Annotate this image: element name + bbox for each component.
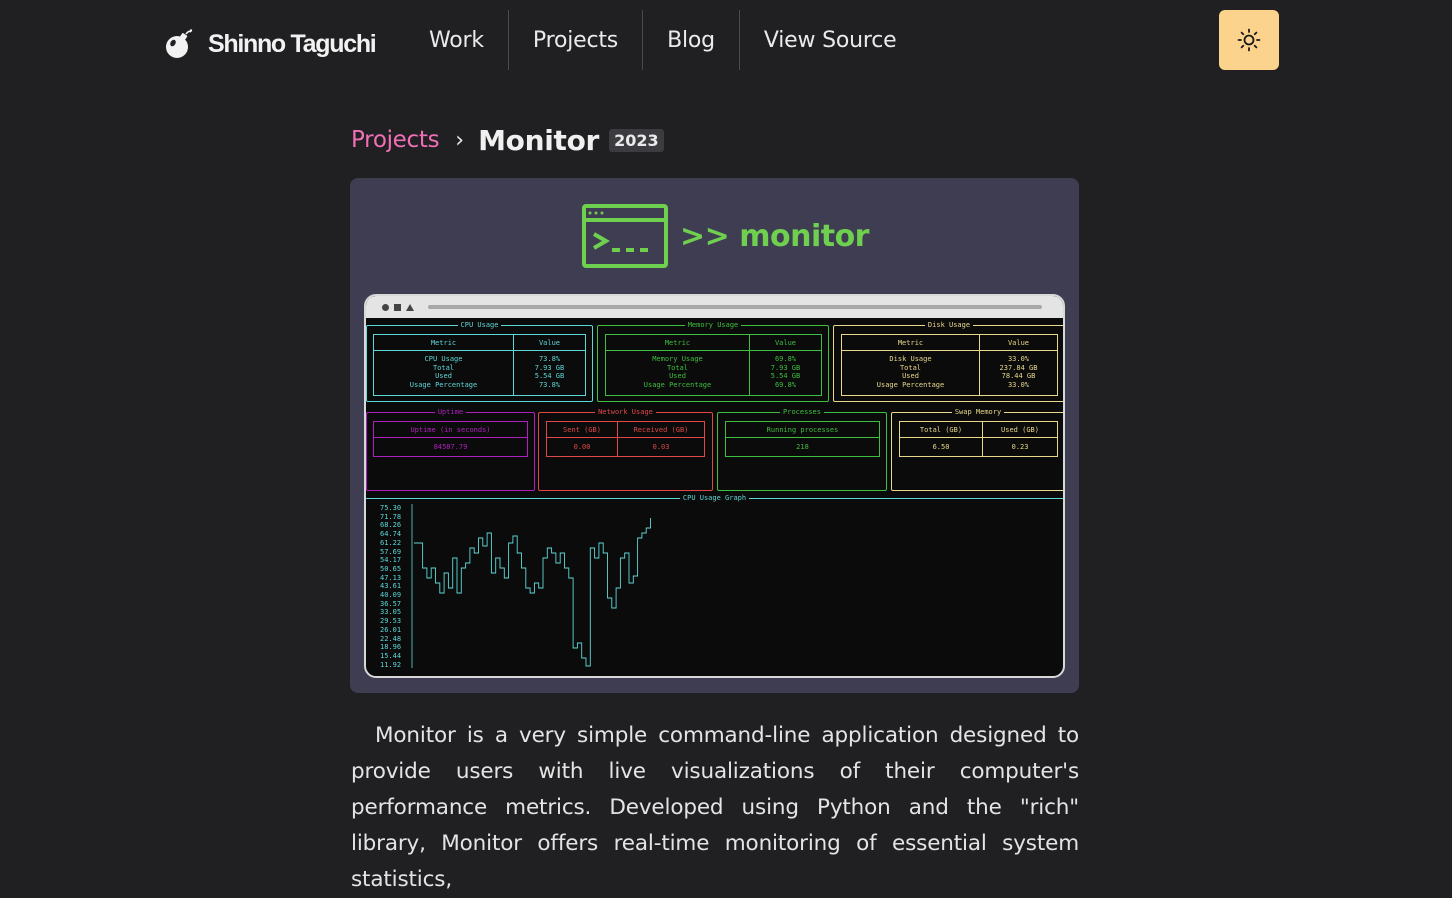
metric-value: 7.93 GB	[770, 363, 801, 372]
network-received-value: 0.03	[652, 443, 670, 451]
table-header: Running processes	[766, 425, 839, 434]
uptime-panel: Uptime Uptime (in seconds) 84587.79	[366, 408, 535, 491]
table-header: Metric	[842, 335, 980, 350]
processes-panel: Processes Running processes 218	[717, 408, 887, 491]
table-header: Metric	[374, 335, 514, 350]
logo-link[interactable]: Shinno Taguchi	[164, 28, 377, 60]
cpu-table: Metric Value CPU Usage Total Used Usage …	[373, 334, 586, 396]
page-title: Monitor	[478, 123, 600, 157]
swap-memory-panel: Swap Memory Total (GB) Used (GB) 6.50 0.…	[891, 408, 1063, 491]
nav-links: Work Projects Blog View Source	[405, 10, 920, 70]
nav-link-blog[interactable]: Blog	[642, 10, 739, 70]
nav-link-projects[interactable]: Projects	[507, 10, 642, 70]
theme-toggle-button[interactable]	[1219, 10, 1279, 70]
memory-table: Metric Value Memory Usage Total Used Usa…	[605, 334, 822, 396]
swap-total-value: 6.50	[900, 438, 983, 456]
metric-label: Total	[666, 363, 689, 372]
metric-value: 5.54 GB	[534, 372, 565, 381]
bomb-icon	[166, 29, 193, 58]
panel-title: Disk Usage	[924, 321, 974, 329]
cpu-usage-panel: CPU Usage Metric Value CPU Usage Total U…	[366, 321, 593, 402]
table-header: Total (GB)	[900, 422, 983, 437]
panel-title: Network Usage	[595, 408, 656, 416]
metric-label: Disk Usage	[889, 355, 932, 363]
table-header: Value	[538, 338, 561, 347]
metric-value: 7.93 GB	[534, 363, 565, 372]
project-hero-image: >> monitor CPU Usage Metric Value CPU Us…	[350, 178, 1079, 693]
metric-value: 73.8%	[538, 355, 561, 363]
year-badge: 2023	[609, 128, 664, 152]
sun-icon	[1237, 28, 1261, 52]
brand-text: >> monitor	[680, 218, 869, 254]
table-header: Value	[774, 338, 797, 347]
network-sent-value: 0.00	[547, 438, 618, 456]
network-usage-panel: Network Usage Sent (GB) Received (GB) 0.…	[538, 408, 713, 491]
processes-table: Running processes 218	[725, 421, 880, 457]
metric-label: Usage Percentage	[643, 380, 712, 389]
circle-icon	[382, 303, 389, 311]
metric-value: 237.84 GB	[999, 363, 1038, 372]
swap-table: Total (GB) Used (GB) 6.50 0.23	[899, 421, 1058, 457]
metric-label: Used	[435, 372, 452, 381]
metric-value: 69.8%	[774, 355, 797, 363]
breadcrumb-separator: ›	[455, 127, 465, 153]
metric-value: 73.8%	[538, 380, 561, 389]
breadcrumb: Projects › Monitor 2023	[351, 120, 664, 160]
monitor-brand: >> monitor	[582, 204, 869, 268]
panel-title: Uptime	[434, 408, 467, 416]
table-header: Value	[1007, 338, 1030, 347]
metric-value: 69.8%	[774, 380, 797, 389]
table-header: Received (GB)	[633, 425, 689, 434]
metric-label: CPU Usage	[424, 355, 463, 363]
address-bar	[428, 305, 1042, 309]
window-titlebar	[366, 296, 1063, 318]
panel-title: Memory Usage	[684, 321, 742, 329]
cpu-trace	[414, 518, 651, 667]
terminal-window-icon	[582, 204, 668, 268]
nav-link-work[interactable]: Work	[405, 10, 508, 70]
table-header: Uptime (in seconds)	[410, 425, 491, 434]
terminal-content: CPU Usage Metric Value CPU Usage Total U…	[366, 318, 1063, 676]
metric-label: Used	[669, 372, 686, 381]
top-nav: Shinno Taguchi Work Projects Blog View S…	[0, 0, 1452, 84]
disk-usage-panel: Disk Usage Metric Value Disk Usage Total…	[833, 321, 1063, 402]
panel-title: Swap Memory	[951, 408, 1005, 416]
metric-label: Usage Percentage	[409, 380, 478, 389]
panel-title: CPU Usage	[457, 321, 502, 329]
terminal-window: CPU Usage Metric Value CPU Usage Total U…	[364, 294, 1065, 678]
graph-line	[411, 504, 651, 668]
triangle-icon	[406, 303, 414, 311]
metric-label: Total	[899, 363, 922, 372]
processes-value: 218	[796, 443, 809, 451]
network-table: Sent (GB) Received (GB) 0.00 0.03	[546, 421, 705, 457]
uptime-value: 84587.79	[433, 443, 468, 451]
memory-usage-panel: Memory Usage Metric Value Memory Usage T…	[597, 321, 829, 402]
metric-label: Total	[432, 363, 455, 372]
metric-label: Usage Percentage	[876, 380, 945, 389]
project-description: Monitor is a very simple command-line ap…	[351, 723, 1079, 892]
uptime-table: Uptime (in seconds) 84587.79	[373, 421, 528, 457]
metric-value: 33.0%	[1007, 380, 1030, 389]
swap-used-value: 0.23	[1011, 443, 1029, 451]
cpu-usage-graph: CPU Usage Graph 75.30 71.78 68.26 64.74 61.2…	[366, 494, 1063, 676]
table-header: Sent (GB)	[547, 422, 618, 437]
square-icon	[394, 303, 401, 311]
metric-label: Memory Usage	[652, 355, 703, 363]
metric-value: 5.54 GB	[770, 372, 801, 381]
logo-text: Shinno Taguchi	[208, 29, 377, 58]
table-header: Used (GB)	[1001, 425, 1039, 434]
table-header: Metric	[606, 335, 750, 350]
panel-title: Processes	[780, 408, 824, 416]
breadcrumb-projects-link[interactable]: Projects	[351, 127, 440, 153]
metric-label: Used	[902, 372, 919, 381]
disk-table: Metric Value Disk Usage Total Used Usage…	[841, 334, 1058, 396]
metric-value: 33.0%	[1007, 355, 1030, 363]
metric-value: 78.44 GB	[1001, 372, 1036, 381]
nav-link-view-source[interactable]: View Source	[738, 10, 921, 70]
